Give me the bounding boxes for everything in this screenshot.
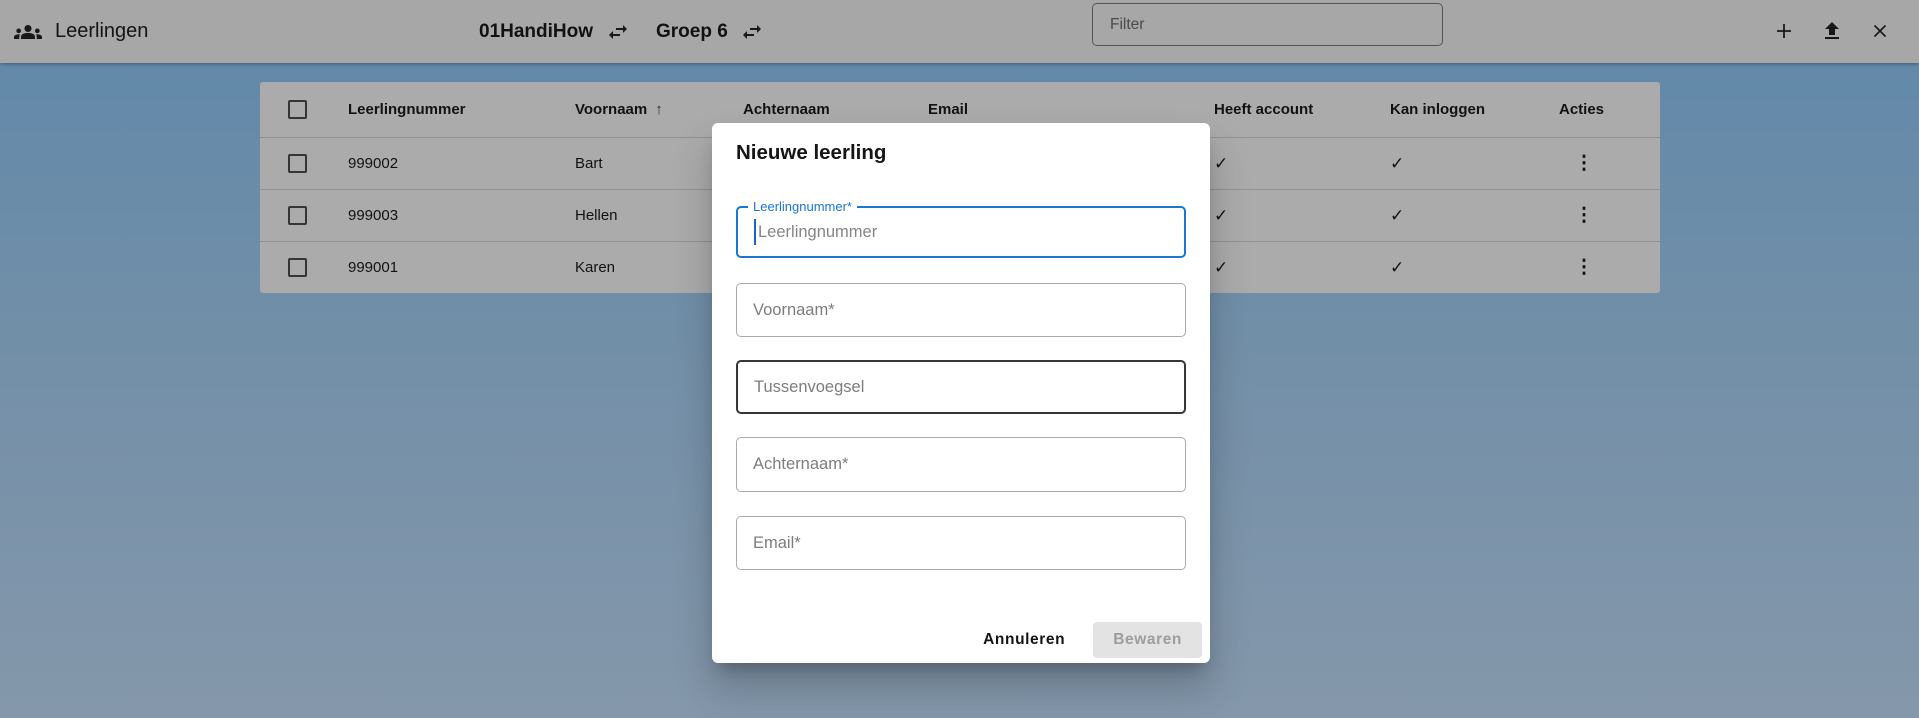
achternaam-field[interactable]: Achternaam* [736, 437, 1186, 492]
cancel-button[interactable]: Annuleren [965, 622, 1083, 658]
leerlingnummer-field[interactable]: Leerlingnummer* Leerlingnummer [736, 206, 1186, 258]
dialog-title: Nieuwe leerling [736, 141, 886, 165]
save-button[interactable]: Bewaren [1093, 622, 1202, 658]
tussenvoegsel-field-label: Tussenvoegsel [754, 378, 864, 397]
achternaam-field-label: Achternaam* [753, 455, 848, 474]
dialog-actions: Annuleren Bewaren [965, 622, 1202, 658]
text-cursor [754, 219, 756, 245]
email-field[interactable]: Email* [736, 516, 1186, 570]
leerlingnummer-placeholder: Leerlingnummer [758, 223, 877, 242]
email-field-label: Email* [753, 534, 801, 553]
new-student-dialog: Nieuwe leerling Leerlingnummer* Leerling… [712, 123, 1210, 663]
voornaam-field-label: Voornaam* [753, 301, 835, 320]
voornaam-field[interactable]: Voornaam* [736, 283, 1186, 337]
tussenvoegsel-field[interactable]: Tussenvoegsel [736, 360, 1186, 414]
leerlingnummer-field-label: Leerlingnummer* [748, 199, 857, 214]
